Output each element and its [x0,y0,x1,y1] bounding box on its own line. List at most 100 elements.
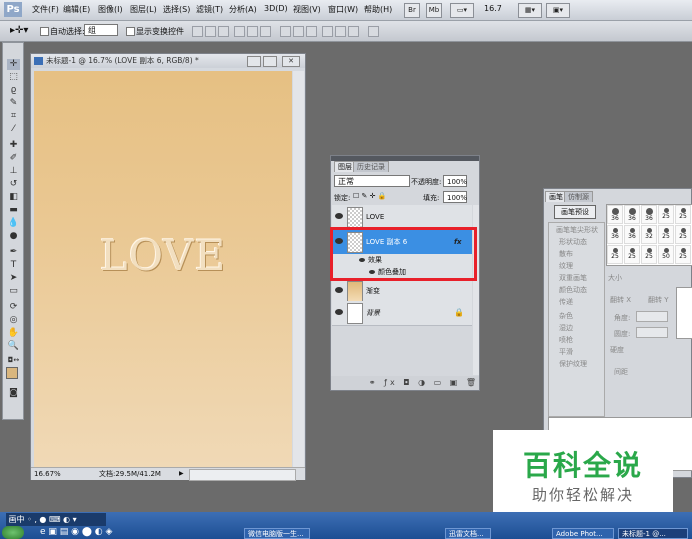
ime-bar[interactable]: 画中 ◦ , ● ⌨ ◐ ▾ [6,513,106,526]
align-left-icon[interactable] [234,26,245,37]
auto-select-checkbox[interactable] [40,27,49,36]
move-tool-icon[interactable]: ▸✛▾ [10,25,28,36]
quick-select-tool-icon[interactable]: ✎ [7,98,20,109]
healing-brush-tool-icon[interactable]: ✚ [7,140,20,151]
canvas[interactable]: LOVE [34,71,292,467]
lasso-tool-icon[interactable]: ϱ [7,85,20,96]
type-tool-icon[interactable]: T [7,260,20,271]
brush-tip-grid[interactable]: 36 36 36 25 25 36 36 32 25 25 25 25 25 50 25 [606,204,692,266]
distribute-hcenter-icon[interactable] [335,26,346,37]
align-top-icon[interactable] [192,26,203,37]
align-right-icon[interactable] [260,26,271,37]
menu-filter[interactable]: 滤镜(T) [196,4,223,15]
brush-option[interactable]: 保护纹理 [559,359,587,369]
show-transform-checkbox[interactable] [126,27,135,36]
clone-stamp-tool-icon[interactable]: ⊥ [7,166,20,177]
brush-option[interactable]: 双重画笔 [559,273,587,283]
minimize-button[interactable] [247,56,261,67]
brush-tip[interactable]: 25 [675,245,691,264]
brush-option[interactable]: 湿边 [559,323,573,333]
brush-tip[interactable]: 25 [607,245,623,264]
eyedropper-tool-icon[interactable]: ⁄ [7,124,20,135]
brush-option[interactable]: 杂色 [559,311,573,321]
eye-icon[interactable] [335,238,343,244]
move-tool-icon[interactable]: ✛ [7,59,20,70]
distribute-vcenter-icon[interactable] [293,26,304,37]
brush-tip[interactable]: 36 [607,225,623,244]
taskbar-item[interactable]: 迅雷文档... [445,528,491,539]
align-hcenter-icon[interactable] [247,26,258,37]
brush-tip[interactable]: 36 [607,205,623,224]
quick-mask-icon[interactable]: ◙ [7,388,20,399]
align-bottom-icon[interactable] [218,26,229,37]
brush-option[interactable]: 喷枪 [559,335,573,345]
menu-help[interactable]: 帮助(H) [364,4,392,15]
brush-tip[interactable]: 25 [675,205,691,224]
menu-window[interactable]: 窗口(W) [328,4,358,15]
eye-icon[interactable] [359,258,365,262]
brush-presets-button[interactable]: 画笔预设 [554,205,596,219]
shape-tool-icon[interactable]: ▭ [7,286,20,297]
zoom-tool-icon[interactable]: 🔍 [7,341,20,352]
document-titlebar[interactable]: 未标题-1 @ 16.7% (LOVE 副本 6, RGB/8) * ✕ [31,54,305,68]
brush-option[interactable]: 颜色动态 [559,285,587,295]
foreground-color-swatch[interactable] [6,367,18,379]
layer-row-love[interactable]: LOVE [332,205,472,230]
menu-edit[interactable]: 编辑(E) [63,4,90,15]
distribute-left-icon[interactable] [322,26,333,37]
flip-y-checkbox[interactable]: 翻转 Y [648,295,669,305]
menu-image[interactable]: 图像(I) [98,4,123,15]
brush-tip[interactable]: 36 [641,205,657,224]
layer-row-background[interactable]: 背景 🔒 [332,301,472,326]
zoom-field[interactable]: 16.67% [34,468,61,480]
pen-tool-icon[interactable]: ✒ [7,247,20,258]
hand-tool-icon[interactable]: ✋ [7,328,20,339]
distribute-top-icon[interactable] [280,26,291,37]
brush-option[interactable]: 画笔笔尖形状 [556,225,598,235]
brush-tip[interactable]: 25 [675,225,691,244]
menu-view[interactable]: 视图(V) [293,4,321,15]
taskbar-item[interactable]: 微信电脑版一生... [244,528,310,539]
menu-select[interactable]: 选择(S) [163,4,190,15]
blur-tool-icon[interactable]: 💧 [7,218,20,229]
brush-option[interactable]: 形状动态 [559,237,587,247]
maximize-button[interactable] [263,56,277,67]
status-arrow-icon[interactable]: ▶ [179,468,184,480]
quicklaunch-icons[interactable]: e ▣ ▤ ◉ ⬤ ◐ ◈ [40,527,112,537]
brush-tip[interactable]: 25 [658,205,674,224]
3d-orbit-tool-icon[interactable]: ◎ [7,315,20,326]
marquee-tool-icon[interactable]: ⬚ [7,72,20,83]
tab-history[interactable]: 历史记录 [353,161,389,172]
distribute-right-icon[interactable] [348,26,359,37]
default-colors-icon[interactable]: ◘↔ [7,355,20,366]
menu-analysis[interactable]: 分析(A) [229,4,257,15]
layers-footer-icons[interactable]: ⚭ ƒx ◘ ◑ ▭ ▣ 🗑 [331,376,479,390]
brush-option[interactable]: 纹理 [559,261,573,271]
brush-option[interactable]: 平滑 [559,347,573,357]
gradient-tool-icon[interactable]: ▬ [7,205,20,216]
tab-clone-source[interactable]: 仿制源 [564,191,593,202]
brush-option[interactable]: 散布 [559,249,573,259]
taskbar-item[interactable]: Adobe Phot... [552,528,614,539]
brush-tip[interactable]: 25 [658,225,674,244]
zoom-level[interactable]: 16.7 [484,4,502,13]
history-brush-tool-icon[interactable]: ↺ [7,179,20,190]
fill-input[interactable]: 100% [443,191,467,203]
arrange-documents-icon[interactable]: ▦▾ [518,3,542,18]
brush-tip[interactable]: 25 [641,245,657,264]
brush-option[interactable]: 传递 [559,297,573,307]
opacity-input[interactable]: 100% [443,175,467,187]
menu-layer[interactable]: 图层(L) [130,4,157,15]
taskbar-item-active[interactable]: 未标题-1 @... [618,528,688,539]
eye-icon[interactable] [369,270,375,274]
layer-row-love-copy-6[interactable]: LOVE 副本 6 fx [332,230,472,255]
start-button[interactable] [2,526,24,539]
screen-mode-icon[interactable]: ▣▾ [546,3,570,18]
angle-input[interactable] [636,311,668,322]
distribute-bottom-icon[interactable] [306,26,317,37]
brush-tip[interactable]: 50 [658,245,674,264]
eye-icon[interactable] [335,309,343,315]
align-vcenter-icon[interactable] [205,26,216,37]
bridge-button[interactable]: Br [404,3,420,18]
crop-tool-icon[interactable]: ⌗ [7,111,20,122]
